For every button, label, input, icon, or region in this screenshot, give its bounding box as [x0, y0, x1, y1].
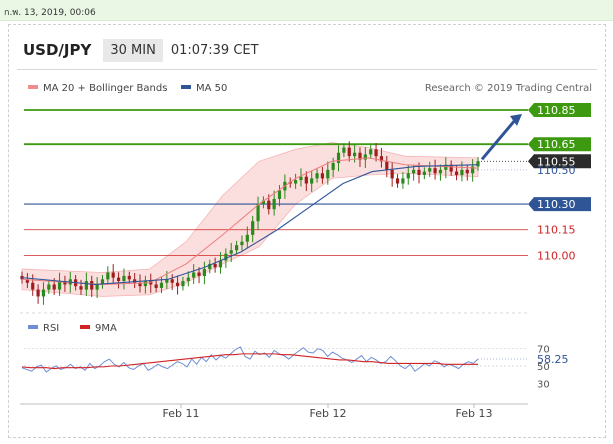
rsi-tick-2: 30 [537, 379, 550, 390]
candle-body-59 [336, 152, 341, 164]
ma-bb-legend-swatch [28, 85, 38, 89]
candle-body-70 [395, 178, 400, 184]
ma50-legend-label: MA 50 [196, 83, 227, 94]
rsi-legend-label: RSI [43, 323, 59, 334]
candle-body-30 [181, 281, 185, 287]
candle-body-44 [256, 204, 260, 222]
candle-body-66 [374, 149, 378, 157]
candle-body-13 [90, 281, 94, 290]
candle-body-74 [417, 169, 421, 175]
candle-body-73 [412, 169, 416, 174]
candle-body-65 [369, 149, 373, 155]
candle-body-48 [277, 190, 282, 199]
candle-body-3 [36, 289, 40, 297]
ma9-legend-swatch [80, 325, 90, 329]
candle-body-61 [347, 147, 351, 157]
candle-body-34 [202, 269, 206, 276]
candle-body-12 [84, 281, 88, 290]
x-tick-label-0: Feb 11 [163, 407, 200, 420]
candle-body-56 [320, 173, 325, 179]
rsi-panel: 70503058.25 [21, 345, 569, 390]
candle-body-17 [111, 272, 115, 278]
arrow-shaft [480, 118, 518, 161]
candle-body-31 [186, 277, 190, 282]
x-tick-label-1: Feb 12 [310, 407, 347, 420]
candle-body-25 [154, 284, 158, 288]
ma-bb-legend-label: MA 20 + Bollinger Bands [43, 83, 167, 94]
candle-body-60 [342, 147, 346, 153]
candle-body-6 [52, 284, 56, 290]
x-axis-ticks: Feb 11 Feb 12 Feb 13 [163, 404, 493, 420]
level-label-3: 110.50 [537, 164, 576, 177]
candle-body-54 [310, 178, 314, 184]
chart-canvas: MA 20 + Bollinger Bands MA 50 Research ©… [20, 83, 592, 420]
candle-body-36 [213, 263, 217, 268]
candle-body-29 [175, 282, 180, 287]
candle-body-62 [353, 152, 357, 157]
candle-body-39 [229, 250, 233, 254]
candle-body-20 [127, 275, 131, 280]
rsi-legend-swatch [28, 325, 38, 329]
candle-body-7 [57, 281, 62, 290]
ma9-line [21, 353, 478, 370]
level-flags: 110.85110.65110.55110.50110.30110.15110.… [528, 102, 591, 262]
candle-body-64 [363, 154, 367, 160]
candle-body-38 [224, 253, 228, 261]
candle-body-52 [299, 176, 303, 181]
candle-body-16 [106, 272, 110, 280]
candle-body-46 [267, 200, 271, 210]
bollinger-band [21, 142, 479, 297]
candle-body-43 [251, 221, 255, 235]
candle-body-55 [315, 173, 319, 179]
ma50-legend-swatch [181, 85, 191, 89]
ma9-legend-label: 9MA [95, 323, 117, 334]
bollinger-band-fill [21, 142, 479, 297]
candle-body-81 [454, 171, 459, 175]
rsi-last-value: 58.25 [537, 353, 569, 366]
candle-body-76 [428, 168, 432, 172]
candle-body-41 [240, 241, 244, 246]
projection-arrow [480, 113, 522, 161]
x-tick-label-2: Feb 13 [456, 407, 493, 420]
candle-body-33 [197, 272, 201, 276]
candle-body-47 [272, 198, 276, 210]
candle-body-2 [31, 282, 35, 290]
candle-body-77 [433, 168, 437, 174]
candle-body-83 [465, 169, 469, 174]
credit-text: Research © 2019 Trading Central [425, 83, 592, 94]
candle-body-19 [122, 275, 126, 282]
candle-body-85 [476, 161, 480, 167]
level-label-4: 110.30 [537, 198, 576, 211]
candle-body-57 [326, 169, 330, 179]
candle-body-58 [331, 163, 335, 170]
candle-body-28 [170, 279, 174, 283]
candle-body-82 [460, 169, 464, 175]
candle-body-14 [95, 284, 99, 290]
level-label-0: 110.85 [537, 104, 576, 117]
candle-body-42 [245, 234, 249, 242]
rsi-line [21, 346, 479, 373]
candle-body-23 [143, 281, 147, 287]
candle-body-18 [116, 277, 121, 282]
candle-body-4 [41, 289, 46, 297]
candle-body-26 [159, 282, 164, 288]
level-label-5: 110.15 [537, 224, 576, 237]
candle-body-69 [390, 169, 394, 179]
candle-body-51 [294, 180, 298, 184]
candle-body-78 [438, 169, 443, 174]
candle-body-11 [79, 286, 83, 290]
level-label-1: 110.65 [537, 138, 576, 151]
candle-body-5 [47, 284, 51, 290]
candle-body-75 [422, 171, 426, 175]
candle-body-72 [406, 173, 410, 179]
candle-body-40 [234, 245, 239, 251]
level-label-6: 110.00 [537, 249, 576, 262]
candle-body-53 [304, 176, 308, 184]
candle-body-68 [385, 161, 389, 170]
candle-body-71 [401, 178, 405, 184]
candle-body-32 [192, 272, 196, 278]
